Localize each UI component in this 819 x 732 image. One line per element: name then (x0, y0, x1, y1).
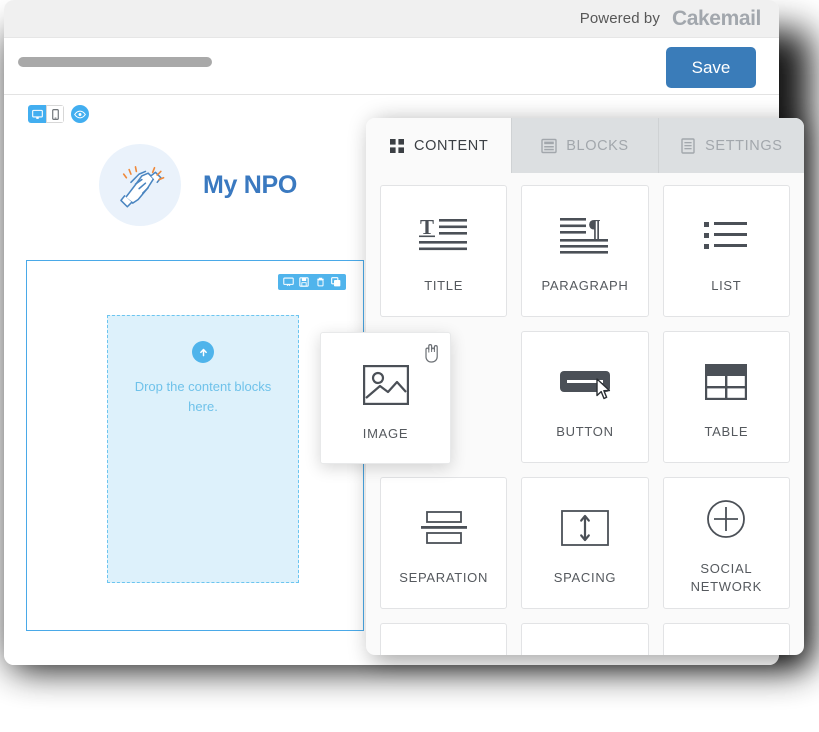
block-card-list-label: LIST (711, 278, 742, 293)
block-card-paragraph[interactable]: ¶ PARAGRAPH (521, 185, 649, 317)
grid-icon (390, 138, 405, 153)
block-card-button-label: BUTTON (556, 424, 614, 439)
dragged-image-icon-wrap (362, 356, 409, 414)
tab-content-label: CONTENT (414, 137, 489, 154)
block-card-spacing-label: SPACING (553, 570, 617, 585)
image-icon (362, 364, 409, 405)
brand-name-label: My NPO (203, 170, 298, 199)
spacing-icon-wrap (561, 499, 609, 557)
list-icon-wrap (703, 207, 749, 265)
brand-logo-circle (99, 144, 181, 226)
paragraph-icon-wrap: ¶ (559, 207, 611, 265)
desktop-icon (31, 109, 43, 119)
mobile-icon (51, 108, 59, 120)
email-brand-header: My NPO (4, 135, 374, 235)
title-icon-wrap: T (418, 207, 470, 265)
save-button[interactable]: Save (666, 47, 756, 88)
block-action-toolbar (278, 274, 346, 290)
tab-blocks[interactable]: BLOCKS (511, 118, 658, 173)
content-dropzone[interactable]: Drop the content blocks here. (107, 315, 299, 583)
screenshot-stage: Powered by Cakemail Save My NPO Drop the… (0, 0, 819, 732)
duplicate-icon (331, 277, 341, 287)
table-icon (705, 364, 748, 400)
dragged-image-card[interactable]: IMAGE (320, 332, 451, 464)
block-card-paragraph-label: PARAGRAPH (541, 278, 629, 293)
list-icon (704, 222, 748, 249)
block-card-row4-2[interactable] (521, 623, 649, 655)
separator-icon-wrap (420, 499, 468, 557)
block-card-separation[interactable]: SEPARATION (380, 477, 508, 609)
mouse-arrow-cursor (596, 378, 612, 405)
block-card-row4-3[interactable] (662, 623, 790, 655)
plus-circle-icon-wrap (706, 490, 746, 548)
campaign-title-placeholder[interactable] (18, 57, 212, 67)
cakemail-logo: Cakemail (671, 6, 761, 30)
duplicate-icon-button[interactable] (329, 275, 343, 289)
panel-tab-bar: CONTENT BLOCKS SETTINGS (366, 118, 804, 173)
separator-icon (420, 511, 467, 544)
clasped-hands-icon (120, 166, 165, 208)
tab-settings-label: SETTINGS (705, 137, 783, 154)
dragged-image-label: IMAGE (362, 425, 409, 441)
block-card-social-network-label: SOCIAL NETWORK (690, 561, 762, 594)
desktop-view-button[interactable] (28, 105, 46, 123)
layers-icon (541, 138, 557, 153)
dropzone-inner: Drop the content blocks here. (108, 341, 298, 417)
block-card-row4-1[interactable] (380, 623, 508, 655)
powered-by-label: Powered by (579, 10, 660, 27)
dropzone-upload-badge (192, 341, 214, 363)
block-card-spacing[interactable]: SPACING (521, 477, 649, 609)
grab-hand-cursor (422, 341, 442, 368)
topbar: Powered by Cakemail (4, 0, 779, 38)
monitor-icon-button[interactable] (281, 275, 295, 289)
upload-arrow-icon (199, 348, 207, 356)
action-bar: Save (4, 38, 779, 95)
block-card-table[interactable]: TABLE (662, 331, 790, 463)
mobile-view-button[interactable] (46, 105, 64, 123)
monitor-icon (282, 277, 294, 287)
paragraph-icon: ¶ (559, 216, 608, 254)
tab-content[interactable]: CONTENT (366, 118, 512, 173)
tab-settings[interactable]: SETTINGS (657, 118, 804, 173)
tab-blocks-label: BLOCKS (566, 137, 629, 154)
trash-icon-button[interactable] (313, 275, 327, 289)
preview-button[interactable] (71, 105, 89, 123)
svg-text:T: T (420, 215, 434, 239)
block-card-title[interactable]: T TITLE (380, 185, 508, 317)
block-card-list[interactable]: LIST (662, 185, 790, 317)
eye-icon (74, 110, 86, 118)
block-card-separation-label: SEPARATION (399, 570, 489, 585)
save-icon (299, 277, 309, 287)
trash-icon (316, 277, 324, 287)
save-icon-button[interactable] (297, 275, 311, 289)
email-body-container[interactable]: Drop the content blocks here. (26, 260, 364, 631)
block-card-button[interactable]: BUTTON (521, 331, 649, 463)
block-card-social-network[interactable]: SOCIAL NETWORK (662, 477, 790, 609)
svg-text:¶: ¶ (588, 216, 601, 242)
device-toggle-group (28, 105, 64, 123)
plus-circle-icon (707, 500, 746, 538)
title-icon: T (418, 215, 467, 251)
device-preview-toolbar (28, 105, 89, 123)
table-icon-wrap (705, 353, 748, 411)
document-icon (681, 137, 695, 154)
dropzone-label: Drop the content blocks here. (134, 379, 272, 414)
block-card-table-label: TABLE (704, 424, 749, 439)
spacing-icon (561, 510, 609, 546)
block-card-title-label: TITLE (424, 278, 464, 293)
